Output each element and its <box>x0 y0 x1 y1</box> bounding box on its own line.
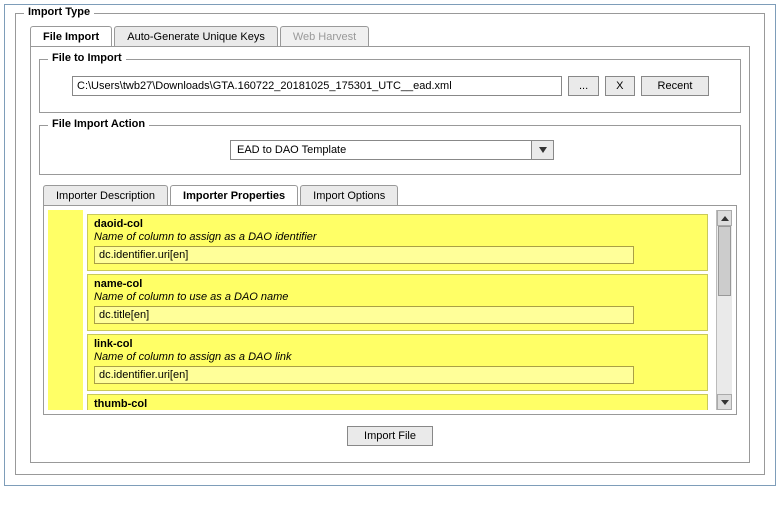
clear-button[interactable]: X <box>605 76 634 96</box>
property-title: thumb-col <box>94 398 701 410</box>
chevron-down-icon <box>539 147 547 153</box>
importer-subtabs: Importer Description Importer Properties… <box>43 185 743 206</box>
import-action-select[interactable] <box>230 140 554 160</box>
tab-import-options[interactable]: Import Options <box>300 185 398 206</box>
property-row: daoid-col Name of column to assign as a … <box>87 214 708 271</box>
property-desc: Name of column to assign as a DAO link <box>94 351 701 366</box>
importer-properties-panel: daoid-col Name of column to assign as a … <box>43 205 737 415</box>
property-title: name-col <box>94 278 701 291</box>
property-value-input[interactable] <box>94 306 634 324</box>
property-row: thumb-col Name of column to assign as a … <box>87 394 708 410</box>
import-type-tabs: File Import Auto-Generate Unique Keys We… <box>30 26 756 47</box>
recent-button[interactable]: Recent <box>641 76 710 96</box>
property-desc: Name of column to assign as a DAO identi… <box>94 231 701 246</box>
chevron-up-icon <box>721 216 729 221</box>
file-import-action-fieldset: File Import Action <box>39 125 741 175</box>
import-type-panel: File to Import ... X Recent File Import … <box>30 46 750 463</box>
tab-web-harvest: Web Harvest <box>280 26 369 47</box>
property-value-input[interactable] <box>94 366 634 384</box>
file-import-action-legend: File Import Action <box>48 118 149 130</box>
property-title: daoid-col <box>94 218 701 231</box>
properties-list: daoid-col Name of column to assign as a … <box>83 210 716 410</box>
import-file-button[interactable]: Import File <box>347 426 433 446</box>
dropdown-button[interactable] <box>531 141 553 159</box>
scrollbar-thumb[interactable] <box>718 226 731 296</box>
import-type-fieldset: Import Type File Import Auto-Generate Un… <box>15 13 765 475</box>
tab-importer-description[interactable]: Importer Description <box>43 185 168 206</box>
import-type-legend: Import Type <box>24 6 94 18</box>
property-value-input[interactable] <box>94 246 634 264</box>
scrollbar-track[interactable] <box>717 226 732 394</box>
tab-importer-properties[interactable]: Importer Properties <box>170 185 298 206</box>
file-path-input[interactable] <box>72 76 562 96</box>
tab-auto-generate[interactable]: Auto-Generate Unique Keys <box>114 26 278 47</box>
browse-button[interactable]: ... <box>568 76 599 96</box>
import-action-value[interactable] <box>231 141 531 159</box>
property-title: link-col <box>94 338 701 351</box>
file-to-import-fieldset: File to Import ... X Recent <box>39 59 741 113</box>
property-row: name-col Name of column to use as a DAO … <box>87 274 708 331</box>
scroll-up-button[interactable] <box>717 210 732 226</box>
scroll-down-button[interactable] <box>717 394 732 410</box>
property-row: link-col Name of column to assign as a D… <box>87 334 708 391</box>
file-to-import-legend: File to Import <box>48 52 126 64</box>
properties-scrollbar[interactable] <box>716 210 732 410</box>
property-desc: Name of column to use as a DAO name <box>94 291 701 306</box>
properties-gutter <box>48 210 83 410</box>
chevron-down-icon <box>721 400 729 405</box>
tab-file-import[interactable]: File Import <box>30 26 112 47</box>
